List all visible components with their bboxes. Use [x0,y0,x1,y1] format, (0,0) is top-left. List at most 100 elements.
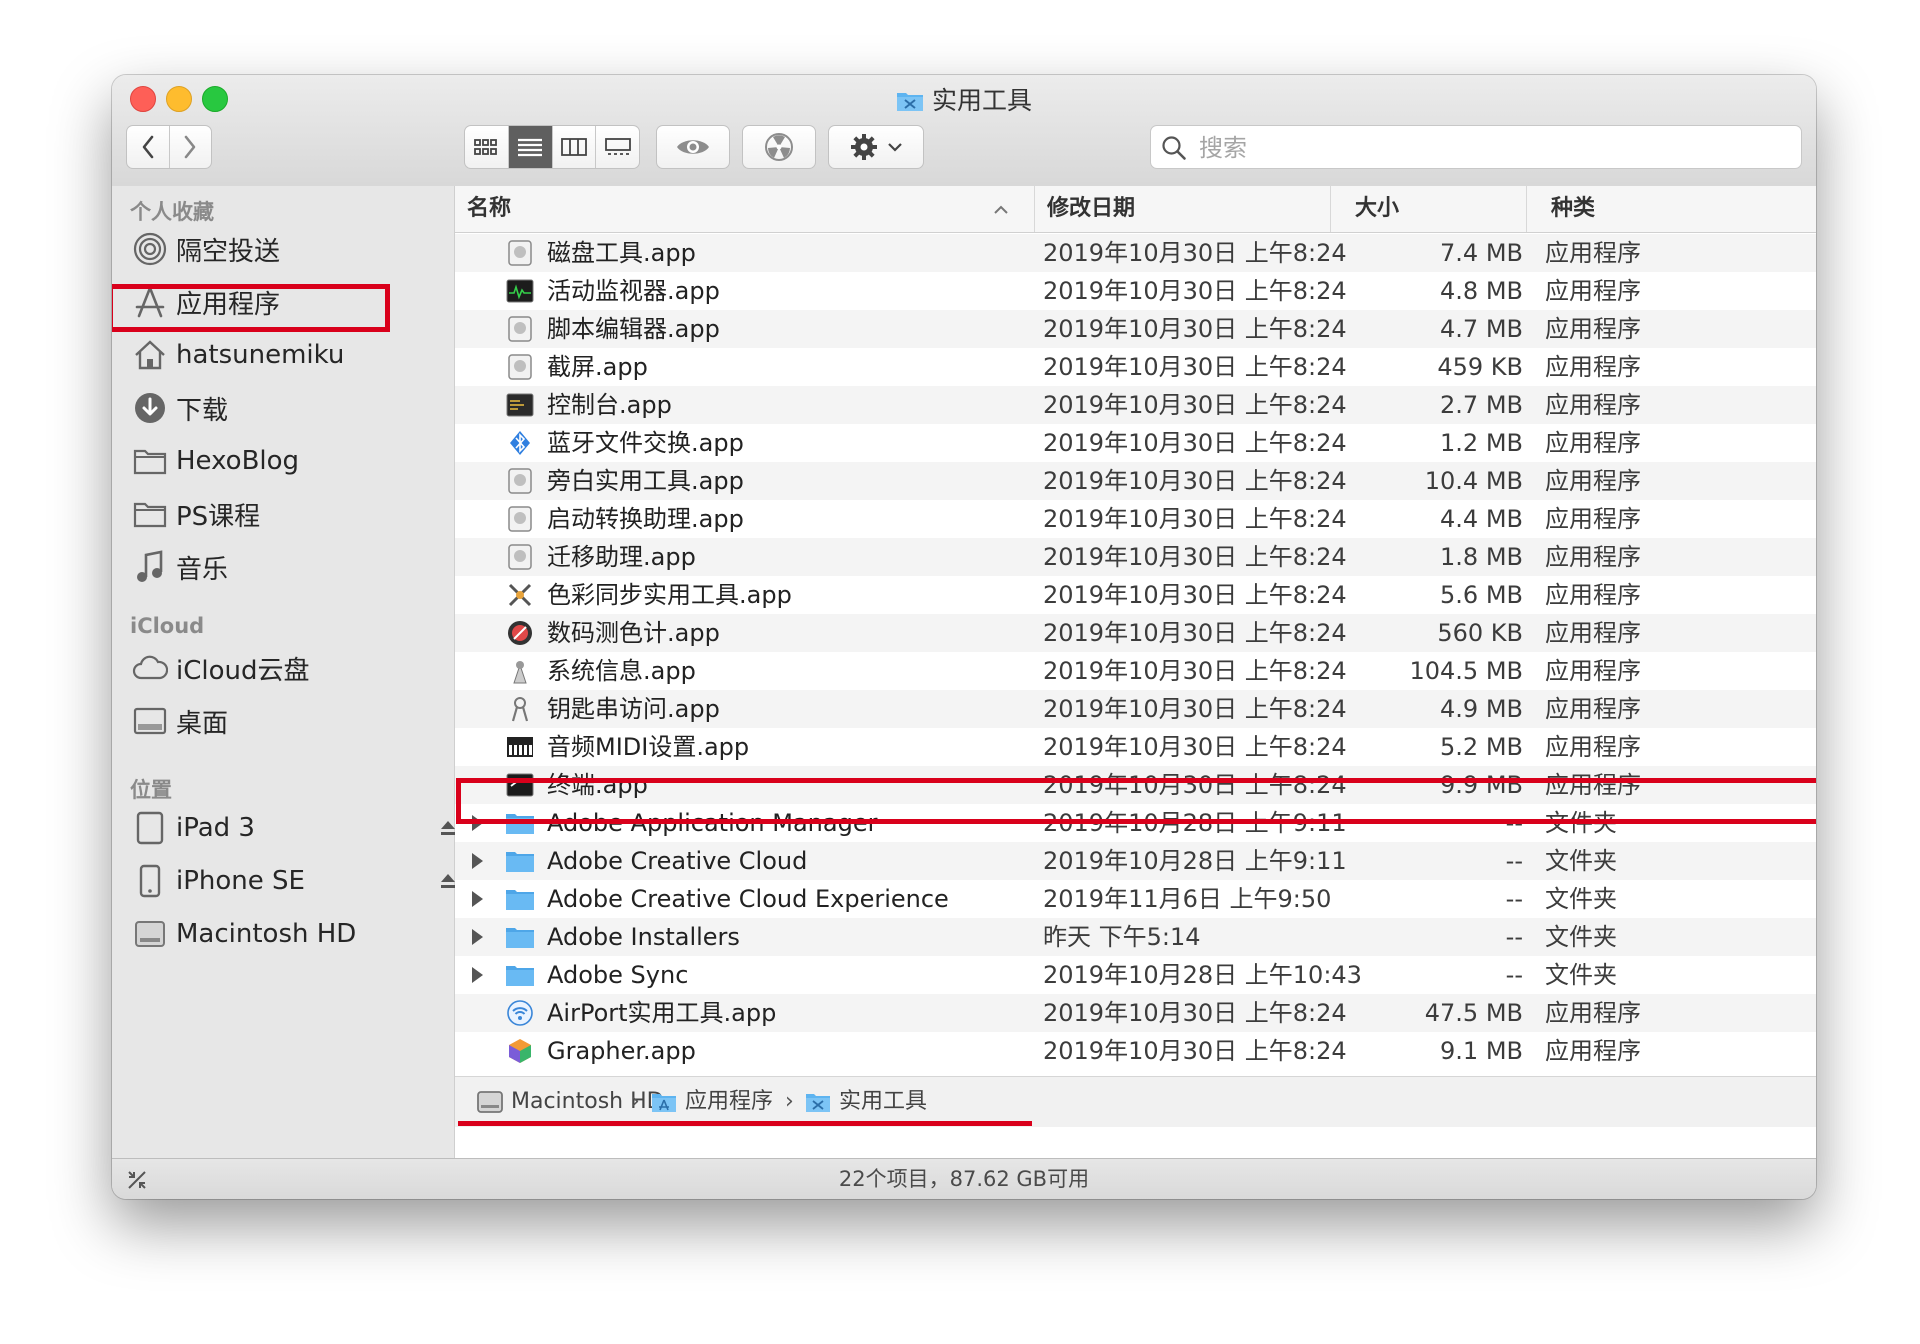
file-size: 4.8 MB [1440,277,1523,305]
file-row[interactable]: 数码测色计.app 2019年10月30日 上午8:24 560 KB 应用程序 [455,614,1816,652]
radioactive-icon [765,133,793,161]
disclosure-triangle-icon[interactable] [469,927,485,951]
sidebar-item-label: PS课程 [176,501,261,532]
sidebar-item-icloud-drive[interactable]: iCloud云盘 [132,645,452,691]
chevron-right-icon [184,135,196,159]
gallery-view-button[interactable] [596,126,639,168]
quick-look-button[interactable] [656,125,730,169]
sidebar-item-iphone[interactable]: iPhone SE [132,858,455,904]
action-menu-button[interactable] [828,125,924,169]
sidebar-item-hexoblog[interactable]: HexoBlog [132,438,452,484]
sidebar-item-desktop[interactable]: 桌面 [132,698,452,744]
file-row[interactable]: Adobe Sync 2019年10月28日 上午10:43 -- 文件夹 [455,956,1816,994]
file-kind: 应用程序 [1545,581,1641,609]
file-row[interactable]: 启动转换助理.app 2019年10月30日 上午8:24 4.4 MB 应用程序 [455,500,1816,538]
column-header-date[interactable]: 修改日期 [1035,186,1331,232]
folder-icon [132,443,168,479]
path-item-utilities[interactable]: 实用工具 [805,1087,927,1117]
file-kind: 应用程序 [1545,429,1641,457]
gallery-icon [604,138,631,155]
sidebar-item-ipad[interactable]: iPad 3 [132,805,455,851]
file-kind: 应用程序 [1545,733,1641,761]
search-input[interactable] [1197,126,1791,170]
chevron-up-icon [994,205,1008,214]
sidebar-item-airdrop[interactable]: 隔空投送 [132,226,452,272]
chevron-down-icon [888,143,902,152]
file-name: 启动转换助理.app [547,505,744,533]
file-row[interactable]: 音频MIDI设置.app 2019年10月30日 上午8:24 5.2 MB 应用程序 [455,728,1816,766]
favorites-heading: 个人收藏 [130,200,214,224]
sidebar-item-label: Macintosh HD [176,919,357,949]
file-row[interactable]: Adobe Creative Cloud Experience 2019年11月6… [455,880,1816,918]
file-row[interactable]: 色彩同步实用工具.app 2019年10月30日 上午8:24 5.6 MB 应用程序 [455,576,1816,614]
file-name: 控制台.app [547,391,672,419]
screenshot-icon [505,352,535,382]
file-kind: 应用程序 [1545,353,1641,381]
file-row[interactable]: 蓝牙文件交换.app 2019年10月30日 上午8:24 1.2 MB 应用程序 [455,424,1816,462]
sidebar-item-home[interactable]: hatsunemiku [132,332,452,378]
file-size: 2.7 MB [1440,391,1523,419]
disclosure-triangle-icon[interactable] [469,889,485,913]
file-row[interactable]: 截屏.app 2019年10月30日 上午8:24 459 KB 应用程序 [455,348,1816,386]
file-row[interactable]: AirPort实用工具.app 2019年10月30日 上午8:24 47.5 MB… [455,994,1816,1032]
file-row[interactable]: 迁移助理.app 2019年10月30日 上午8:24 1.8 MB 应用程序 [455,538,1816,576]
sidebar-item-music[interactable]: 音乐 [132,544,452,590]
folder-icon [505,960,535,990]
file-kind: 应用程序 [1545,467,1641,495]
file-kind: 应用程序 [1545,1037,1641,1065]
file-row[interactable]: 旁白实用工具.app 2019年10月30日 上午8:24 10.4 MB 应用程序 [455,462,1816,500]
file-kind: 文件夹 [1545,961,1617,989]
sidebar-item-downloads[interactable]: 下载 [132,385,452,431]
file-kind: 文件夹 [1545,923,1617,951]
path-bar: Macintosh HD › 应用程序 › 实用工具 [455,1076,1816,1127]
file-row[interactable]: Grapher.app 2019年10月30日 上午8:24 9.1 MB 应用程序 [455,1032,1816,1070]
status-bar: 22个项目，87.62 GB可用 [112,1158,1816,1199]
back-button[interactable] [127,126,170,168]
sidebar-item-macintosh-hd[interactable]: Macintosh HD [132,911,452,957]
disk-icon [132,916,168,952]
column-header-size[interactable]: 大小 [1331,186,1527,232]
keychain-icon [505,694,535,724]
forward-button[interactable] [170,126,212,168]
file-size: -- [1505,923,1523,951]
sidebar-item-ps-course[interactable]: PS课程 [132,491,452,537]
boot-camp-icon [505,504,535,534]
migration-icon [505,542,535,572]
burn-button[interactable] [742,125,816,169]
disclosure-triangle-icon[interactable] [469,965,485,989]
disclosure-triangle-icon[interactable] [469,851,485,875]
iphone-icon [132,863,168,899]
file-row[interactable]: 活动监视器.app 2019年10月30日 上午8:24 4.8 MB 应用程序 [455,272,1816,310]
file-kind: 应用程序 [1545,315,1641,343]
column-header-kind[interactable]: 种类 [1527,186,1816,232]
sidebar-item-label: iPhone SE [176,866,305,896]
highlight-applications [112,284,390,332]
gear-icon [851,134,877,160]
column-header-name[interactable]: 名称 [455,186,1035,232]
file-row[interactable]: 系统信息.app 2019年10月30日 上午8:24 104.5 MB 应用程序 [455,652,1816,690]
file-size: 104.5 MB [1409,657,1523,685]
sidebar-item-label: hatsunemiku [176,340,345,370]
file-row[interactable]: 脚本编辑器.app 2019年10月30日 上午8:24 4.7 MB 应用程序 [455,310,1816,348]
view-mode-selector [464,125,640,169]
file-size: 47.5 MB [1424,999,1523,1027]
titlebar: 实用工具 [112,75,1816,187]
list-view-button[interactable] [508,126,553,168]
file-rows: 磁盘工具.app 2019年10月30日 上午8:24 7.4 MB 应用程序 活动监视… [455,234,1816,1070]
file-row[interactable]: 钥匙串访问.app 2019年10月30日 上午8:24 4.9 MB 应用程序 [455,690,1816,728]
file-row[interactable]: 磁盘工具.app 2019年10月30日 上午8:24 7.4 MB 应用程序 [455,234,1816,272]
file-row[interactable]: Adobe Creative Cloud 2019年10月28日 上午9:11 --… [455,842,1816,880]
folder-icon [505,846,535,876]
file-row[interactable]: Adobe Installers 昨天 下午5:14 -- 文件夹 [455,918,1816,956]
file-name: 系统信息.app [547,657,696,685]
column-view-button[interactable] [553,126,597,168]
file-size: 4.7 MB [1440,315,1523,343]
icloud-heading: iCloud [130,614,205,638]
path-item-applications[interactable]: 应用程序 [651,1087,773,1117]
file-name: 蓝牙文件交换.app [547,429,744,457]
sidebar-item-label: 音乐 [176,554,229,585]
icon-view-button[interactable] [465,126,509,168]
file-row[interactable]: 控制台.app 2019年10月30日 上午8:24 2.7 MB 应用程序 [455,386,1816,424]
file-name: Grapher.app [547,1037,696,1065]
search-field[interactable] [1150,125,1802,170]
